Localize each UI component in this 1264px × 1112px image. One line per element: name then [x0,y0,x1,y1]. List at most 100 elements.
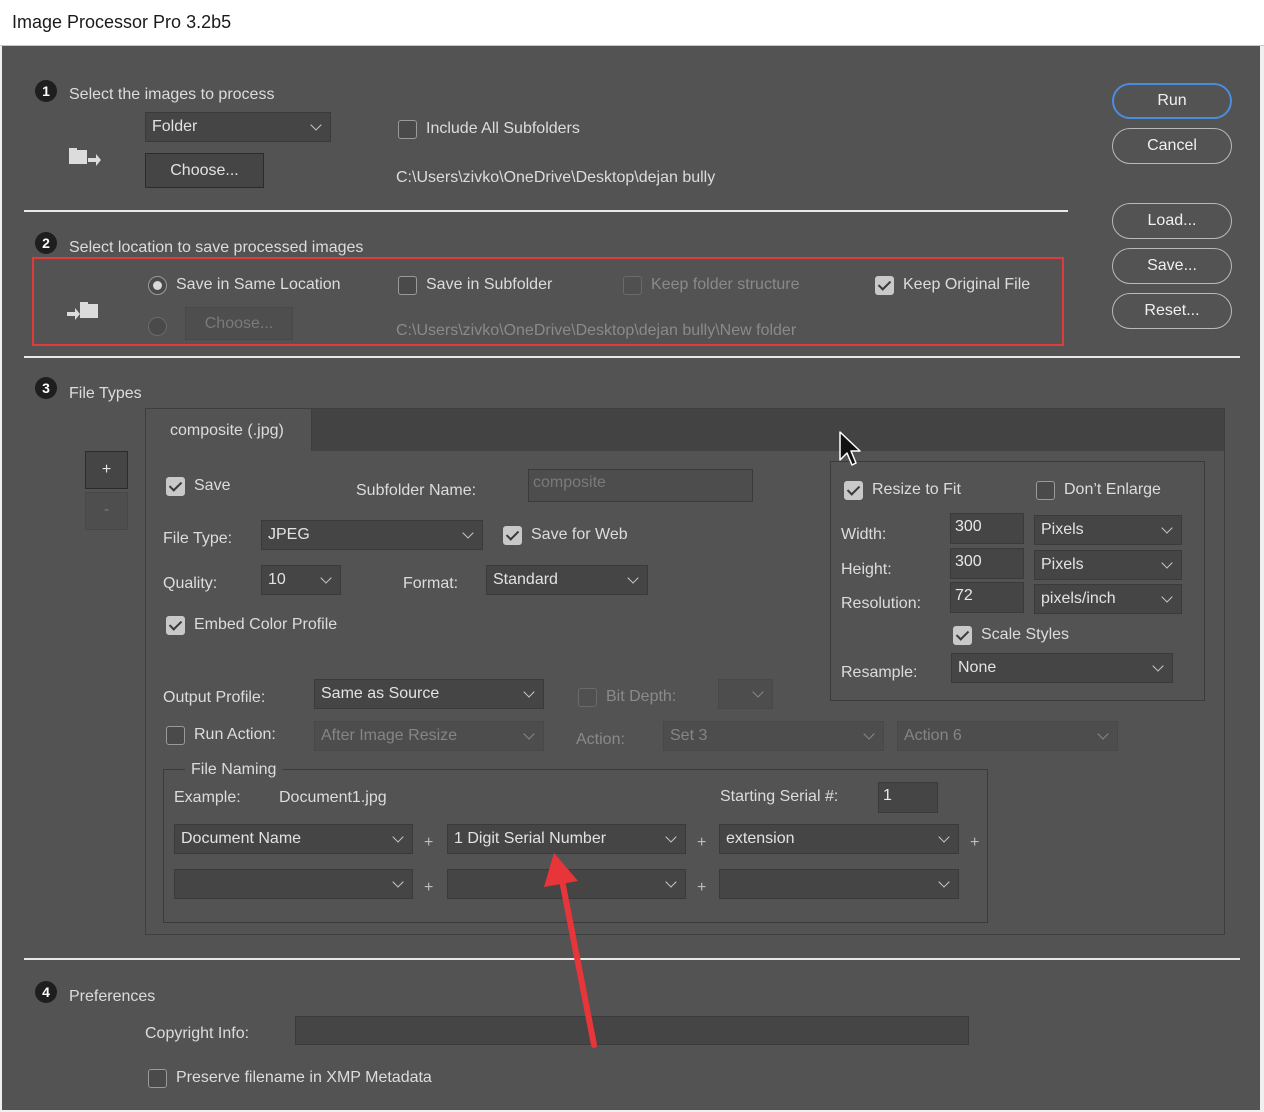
subfolder-name-input[interactable]: composite [528,469,753,502]
cancel-button[interactable]: Cancel [1112,128,1232,164]
format-select[interactable]: Standard [486,565,648,595]
file-type-select[interactable]: JPEG [261,520,483,550]
folder-input-icon [69,148,101,166]
naming-field-3-select[interactable]: extension [719,824,959,854]
chevron-down-icon [523,686,535,698]
section-1-number: 1 [35,80,57,102]
chevron-down-icon [863,728,875,740]
divider-2 [24,356,1240,358]
width-input[interactable]: 300 [950,513,1024,544]
reset-button[interactable]: Reset... [1112,293,1232,329]
resolution-unit-select[interactable]: pixels/inch [1034,584,1182,614]
folder-output-icon [67,302,98,320]
save-same-location-radio[interactable] [148,276,167,295]
source-select[interactable]: Folder [145,112,331,142]
output-profile-select[interactable]: Same as Source [314,679,544,709]
resolution-input[interactable]: 72 [950,582,1024,613]
chevron-down-icon [938,831,950,843]
naming-field-4-select[interactable] [174,869,413,899]
file-naming-title: File Naming [185,761,283,779]
width-unit-select[interactable]: Pixels [1034,515,1182,545]
run-action-checkbox[interactable] [166,726,185,745]
save-filetype-checkbox[interactable] [166,477,185,496]
keep-original-checkbox[interactable] [875,276,894,295]
save-other-location-radio[interactable] [148,317,167,336]
copyright-input[interactable] [295,1016,969,1045]
save-in-subfolder-checkbox[interactable] [398,276,417,295]
source-path: C:\Users\zivko\OneDrive\Desktop\dejan bu… [396,169,716,186]
keep-folder-structure-label: Keep folder structure [651,276,800,293]
section-2-number: 2 [35,232,57,254]
naming-field-6-select[interactable] [719,869,959,899]
example-value: Document1.jpg [279,789,387,806]
section-1-title: Select the images to process [69,86,275,103]
section-4-number: 4 [35,981,57,1003]
dont-enlarge-checkbox[interactable] [1036,481,1055,500]
choose-destination-button[interactable]: Choose... [185,307,293,340]
resize-to-fit-label: Resize to Fit [872,481,961,498]
action-select[interactable]: Action 6 [897,721,1118,751]
scale-styles-checkbox[interactable] [953,626,972,645]
starting-serial-label: Starting Serial #: [720,788,839,805]
include-subfolders-checkbox[interactable] [398,120,417,139]
quality-label: Quality: [163,575,218,592]
dont-enlarge-label: Don’t Enlarge [1064,481,1161,498]
bit-depth-select[interactable] [718,679,773,709]
height-label: Height: [841,561,892,578]
naming-field-1-select[interactable]: Document Name [174,824,413,854]
chevron-down-icon [1097,728,1109,740]
quality-select[interactable]: 10 [261,565,341,595]
choose-source-button[interactable]: Choose... [145,153,264,188]
tab-composite-jpg[interactable]: composite (.jpg) [146,409,312,451]
chevron-down-icon [752,686,764,698]
bit-depth-checkbox[interactable] [578,688,597,707]
window-title: Image Processor Pro 3.2b5 [12,12,232,32]
run-action-select[interactable]: After Image Resize [314,721,544,751]
plus-sign: + [697,834,707,851]
run-button[interactable]: Run [1112,83,1232,119]
preserve-filename-label: Preserve filename in XMP Metadata [176,1069,432,1086]
run-action-label: Run Action: [194,726,276,743]
tab-strip [312,409,1224,451]
save-settings-button[interactable]: Save... [1112,248,1232,284]
resolution-label: Resolution: [841,595,922,612]
starting-serial-input[interactable]: 1 [878,782,938,813]
section-3-title: File Types [69,385,142,402]
mouse-cursor-icon [839,431,861,466]
format-label: Format: [403,575,459,592]
preserve-filename-checkbox[interactable] [148,1069,167,1088]
chevron-down-icon [392,876,404,888]
save-same-location-label: Save in Same Location [176,276,341,293]
add-file-type-button[interactable]: + [85,451,128,489]
chevron-down-icon [938,876,950,888]
height-unit-select[interactable]: Pixels [1034,550,1182,580]
keep-folder-structure-checkbox[interactable] [623,276,642,295]
remove-file-type-button[interactable]: - [85,492,128,530]
action-label: Action: [576,731,625,748]
divider-3 [24,958,1240,960]
plus-sign: + [970,834,980,851]
chevron-down-icon [1161,557,1173,569]
chevron-down-icon [320,572,332,584]
resample-select[interactable]: None [951,653,1173,683]
section-2-title: Select location to save processed images [69,239,364,256]
plus-sign: + [424,879,434,896]
resample-label: Resample: [841,664,918,681]
chevron-down-icon [1152,660,1164,672]
embed-color-profile-label: Embed Color Profile [194,616,338,633]
resize-to-fit-checkbox[interactable] [844,481,863,500]
action-set-select[interactable]: Set 3 [663,721,884,751]
height-input[interactable]: 300 [950,548,1024,579]
chevron-down-icon [1161,591,1173,603]
save-for-web-label: Save for Web [531,526,628,543]
embed-color-profile-checkbox[interactable] [166,616,185,635]
load-button[interactable]: Load... [1112,203,1232,239]
section-3-number: 3 [35,377,57,399]
chevron-down-icon [665,876,677,888]
chevron-down-icon [627,572,639,584]
tab-label: composite (.jpg) [170,422,284,439]
bit-depth-label: Bit Depth: [606,688,677,705]
example-label: Example: [174,789,241,806]
save-filetype-label: Save [194,477,231,494]
save-for-web-checkbox[interactable] [503,526,522,545]
